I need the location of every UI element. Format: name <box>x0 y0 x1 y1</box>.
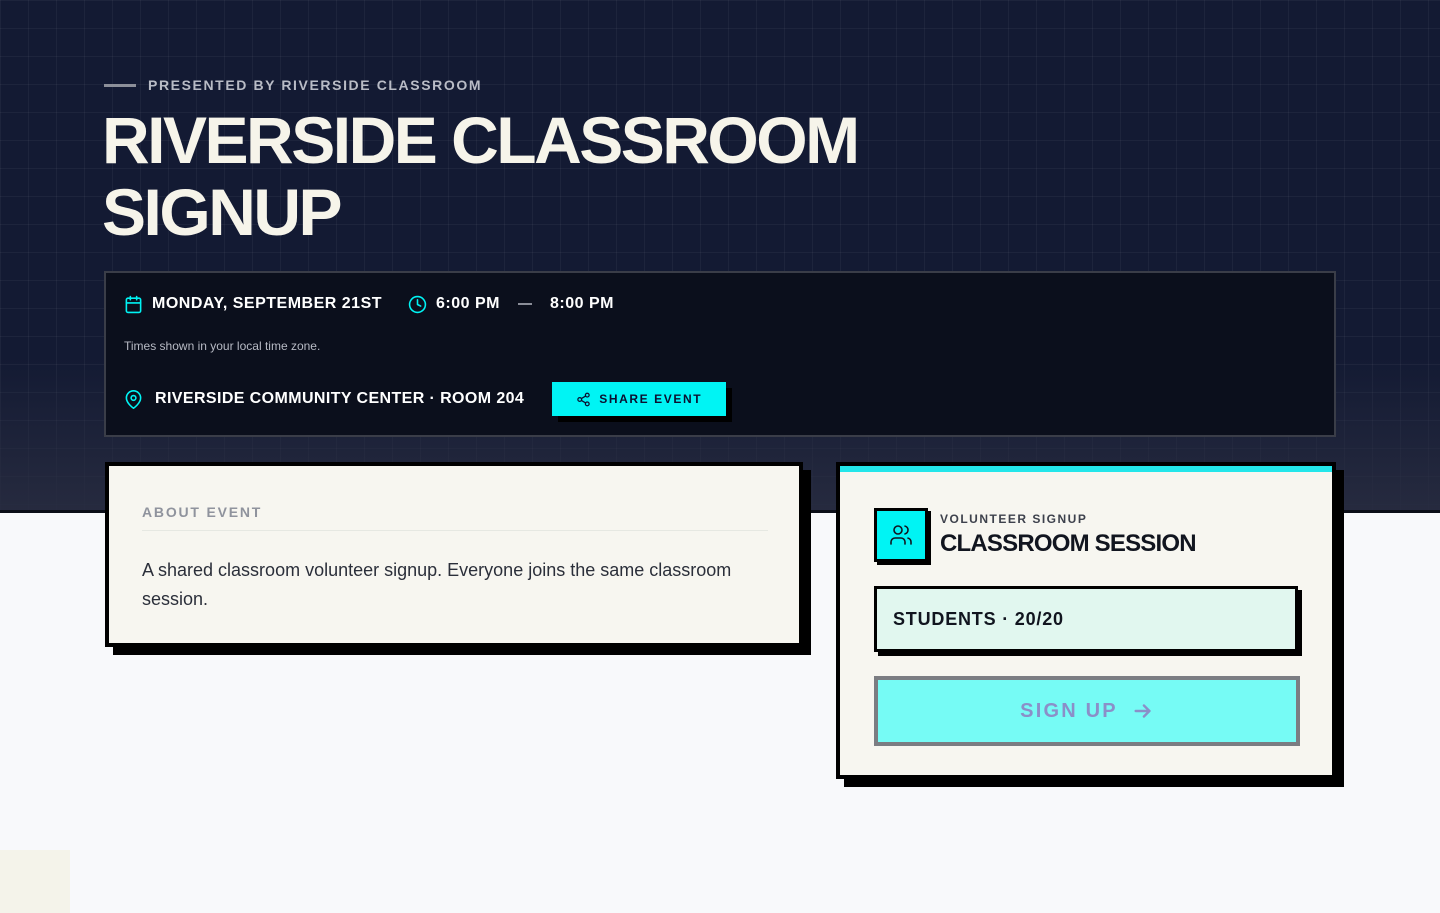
corner-decoration <box>0 850 70 913</box>
session-title: CLASSROOM SESSION <box>940 530 1197 557</box>
event-datetime-row: MONDAY, SEPTEMBER 21ST 6:00 PM 8:00 PM <box>124 293 614 315</box>
event-date: MONDAY, SEPTEMBER 21ST <box>124 295 382 314</box>
page-title: RIVERSIDE CLASSROOM SIGNUP <box>102 103 860 249</box>
presented-dash <box>104 83 136 87</box>
time-separator <box>517 303 532 305</box>
hero-section: PRESENTED BY RIVERSIDE CLASSROOM RIVERSI… <box>0 0 1440 513</box>
presented-by: PRESENTED BY RIVERSIDE CLASSROOM <box>104 76 482 94</box>
event-info-box: MONDAY, SEPTEMBER 21ST 6:00 PM 8:00 PM T… <box>104 271 1336 437</box>
share-event-label: SHARE EVENT <box>599 392 703 406</box>
volunteer-icon-box <box>874 508 928 562</box>
arrow-right-icon <box>1132 700 1154 722</box>
event-time-end: 8:00 PM <box>549 295 614 312</box>
users-icon <box>889 523 913 547</box>
about-event-card: ABOUT EVENT A shared classroom volunteer… <box>105 462 803 647</box>
event-date-text: MONDAY, SEPTEMBER 21ST <box>152 295 383 312</box>
event-location-row: RIVERSIDE COMMUNITY CENTER · ROOM 204 SH… <box>124 381 727 417</box>
event-location-text: RIVERSIDE COMMUNITY CENTER · ROOM 204 <box>155 390 525 407</box>
sign-up-label: SIGN UP <box>1020 699 1118 722</box>
timezone-note: Times shown in your local time zone. <box>124 339 321 353</box>
volunteer-signup-kicker: VOLUNTEER SIGNUP <box>940 512 1088 526</box>
event-time: 6:00 PM 8:00 PM <box>408 295 614 314</box>
share-event-button[interactable]: SHARE EVENT <box>552 382 727 416</box>
map-pin-icon <box>124 389 143 409</box>
students-capacity: STUDENTS · 20/20 <box>874 586 1298 652</box>
share-icon <box>576 392 591 407</box>
about-event-description: A shared classroom volunteer signup. Eve… <box>142 560 732 609</box>
calendar-icon <box>124 295 143 314</box>
clock-icon <box>408 295 427 314</box>
sign-up-button[interactable]: SIGN UP <box>874 676 1300 746</box>
about-event-label: ABOUT EVENT <box>142 504 768 531</box>
signup-card-accent-bar <box>840 466 1332 472</box>
event-location: RIVERSIDE COMMUNITY CENTER · ROOM 204 <box>124 389 525 409</box>
event-time-start: 6:00 PM <box>436 295 500 312</box>
volunteer-signup-card: VOLUNTEER SIGNUP CLASSROOM SESSION STUDE… <box>836 462 1336 779</box>
presented-by-text: PRESENTED BY RIVERSIDE CLASSROOM <box>148 77 483 93</box>
